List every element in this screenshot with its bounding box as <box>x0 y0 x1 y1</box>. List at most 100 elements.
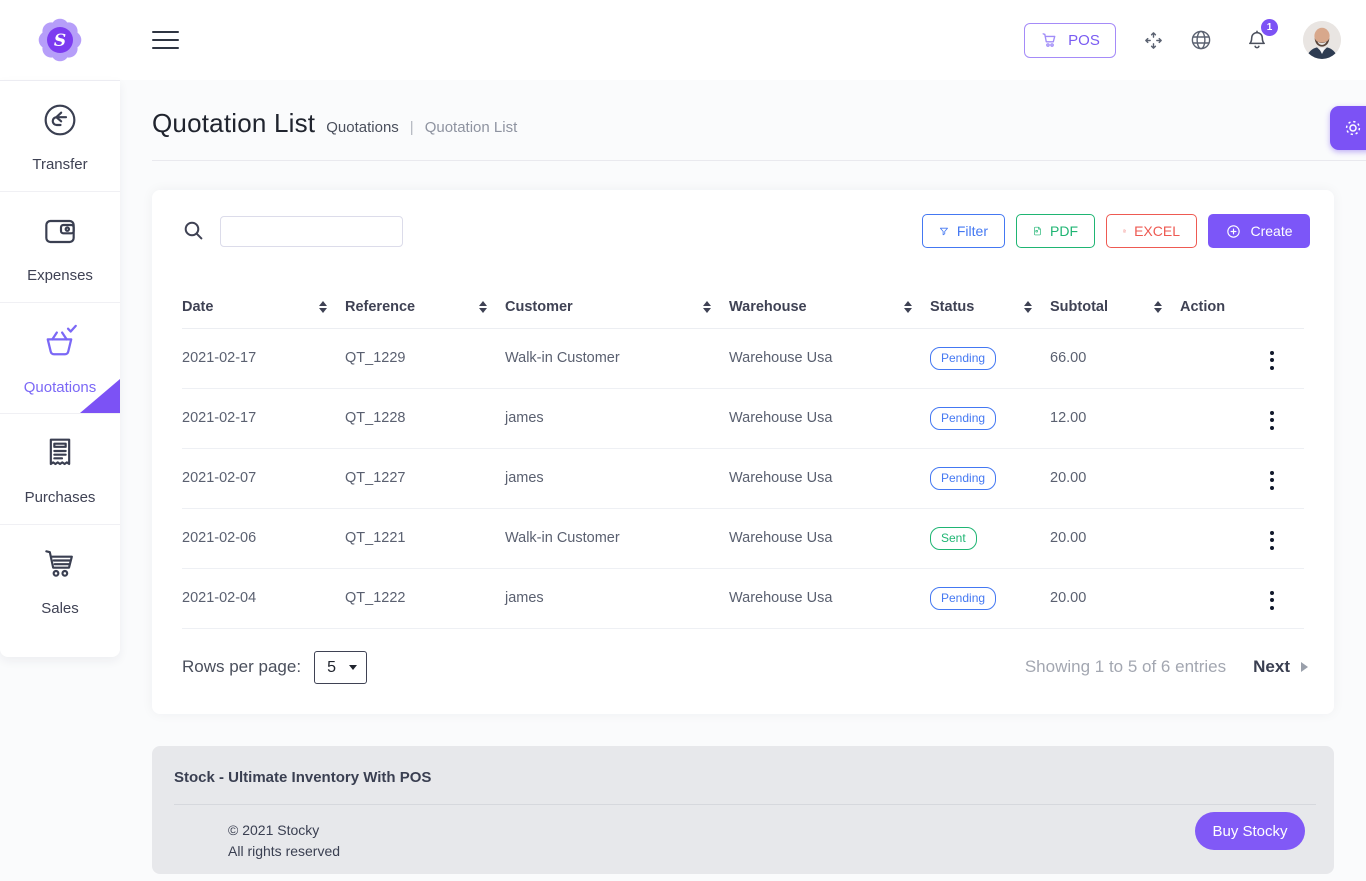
sidebar-item-sales[interactable]: Sales <box>0 525 120 636</box>
table-pagination: Rows per page: 5 Showing 1 to 5 of 6 ent… <box>182 642 1308 692</box>
footer-title: Stock - Ultimate Inventory With POS <box>174 769 431 786</box>
sidebar-item-transfer[interactable]: Transfer <box>0 81 120 192</box>
avatar-photo <box>1303 21 1341 59</box>
pos-button[interactable]: POS <box>1024 23 1116 58</box>
wallet-icon <box>40 211 80 256</box>
cell-warehouse: Warehouse Usa <box>729 568 930 628</box>
card-toolbar: Filter PDF EXCEL <box>182 214 1310 248</box>
column-header-reference[interactable]: Reference <box>345 286 505 328</box>
active-corner-indicator <box>80 379 120 413</box>
cart-icon <box>1040 31 1059 49</box>
status-badge: Sent <box>930 527 977 550</box>
sort-icon <box>1154 301 1162 313</box>
table-row: 2021-02-17 QT_1228 james Warehouse Usa P… <box>182 388 1304 448</box>
cell-reference: QT_1222 <box>345 568 505 628</box>
status-badge: Pending <box>930 407 996 430</box>
footer-copyright: © 2021 Stocky All rights reserved <box>228 820 340 862</box>
chevron-right-icon <box>1301 662 1308 672</box>
cell-date: 2021-02-07 <box>182 448 345 508</box>
cell-date: 2021-02-17 <box>182 388 345 448</box>
cell-subtotal: 20.00 <box>1050 508 1180 568</box>
sort-icon <box>904 301 912 313</box>
cell-subtotal: 20.00 <box>1050 448 1180 508</box>
gear-icon <box>1342 117 1364 139</box>
pdf-file-icon <box>1033 223 1042 239</box>
sort-icon <box>479 301 487 313</box>
breadcrumb-quotations[interactable]: Quotations <box>326 119 399 136</box>
cell-warehouse: Warehouse Usa <box>729 388 930 448</box>
create-button[interactable]: Create <box>1208 214 1310 248</box>
sort-icon <box>319 301 327 313</box>
user-avatar[interactable] <box>1303 21 1341 59</box>
filter-label: Filter <box>957 223 988 239</box>
row-actions-menu-icon[interactable] <box>1264 587 1280 614</box>
filter-button[interactable]: Filter <box>922 214 1005 248</box>
status-badge: Pending <box>930 347 996 370</box>
rows-per-page-label: Rows per page: <box>182 657 301 677</box>
cell-customer: james <box>505 388 729 448</box>
sidebar-item-label: Purchases <box>25 489 96 506</box>
action-buttons: Filter PDF EXCEL <box>922 214 1310 248</box>
header-actions: POS 1 <box>1024 0 1341 80</box>
rows-per-page-select[interactable]: 5 <box>314 651 367 684</box>
filter-funnel-icon <box>939 224 949 239</box>
table-row: 2021-02-17 QT_1229 Walk-in Customer Ware… <box>182 328 1304 388</box>
excel-file-icon <box>1123 223 1126 239</box>
showing-entries-text: Showing 1 to 5 of 6 entries <box>1025 657 1226 677</box>
cell-subtotal: 12.00 <box>1050 388 1180 448</box>
cell-subtotal: 20.00 <box>1050 568 1180 628</box>
column-header-action: Action <box>1180 286 1304 328</box>
fullscreen-expand-icon[interactable] <box>1142 29 1165 52</box>
column-header-date[interactable]: Date <box>182 286 345 328</box>
cell-customer: james <box>505 568 729 628</box>
cell-customer: Walk-in Customer <box>505 508 729 568</box>
row-actions-menu-icon[interactable] <box>1264 347 1280 374</box>
row-actions-menu-icon[interactable] <box>1264 407 1280 434</box>
status-badge: Pending <box>930 467 996 490</box>
cell-warehouse: Warehouse Usa <box>729 328 930 388</box>
column-header-status[interactable]: Status <box>930 286 1050 328</box>
sort-icon <box>1024 301 1032 313</box>
buy-stocky-button[interactable]: Buy Stocky <box>1195 812 1305 850</box>
row-actions-menu-icon[interactable] <box>1264 527 1280 554</box>
pdf-label: PDF <box>1050 223 1078 239</box>
sidebar-item-label: Sales <box>41 600 79 617</box>
sidebar-item-expenses[interactable]: Expenses <box>0 192 120 303</box>
next-page-button[interactable]: Next <box>1253 657 1308 677</box>
sidebar-item-purchases[interactable]: Purchases <box>0 414 120 525</box>
copyright-text: © 2021 Stocky <box>228 820 340 841</box>
cell-date: 2021-02-06 <box>182 508 345 568</box>
cell-subtotal: 66.00 <box>1050 328 1180 388</box>
app-logo[interactable]: S <box>33 13 87 67</box>
column-header-warehouse[interactable]: Warehouse <box>729 286 930 328</box>
table-row: 2021-02-04 QT_1222 james Warehouse Usa P… <box>182 568 1304 628</box>
sidebar-item-quotations[interactable]: Quotations <box>0 303 120 414</box>
page-title: Quotation List <box>152 108 315 139</box>
column-header-customer[interactable]: Customer <box>505 286 729 328</box>
cell-warehouse: Warehouse Usa <box>729 508 930 568</box>
cell-customer: james <box>505 448 729 508</box>
breadcrumb-separator: | <box>410 119 414 136</box>
status-badge: Pending <box>930 587 996 610</box>
shopping-cart-icon <box>40 544 80 589</box>
language-globe-icon[interactable] <box>1189 28 1213 52</box>
transfer-icon <box>40 100 80 145</box>
excel-export-button[interactable]: EXCEL <box>1106 214 1197 248</box>
cell-date: 2021-02-04 <box>182 568 345 628</box>
column-header-subtotal[interactable]: Subtotal <box>1050 286 1180 328</box>
notifications-bell-icon[interactable]: 1 <box>1245 28 1269 52</box>
menu-toggle-button[interactable] <box>152 31 179 49</box>
sidebar: Transfer Expenses Quotations <box>0 80 120 657</box>
table-header-row: Date Reference Customer Warehouse <box>182 286 1304 328</box>
pdf-export-button[interactable]: PDF <box>1016 214 1095 248</box>
cell-reference: QT_1228 <box>345 388 505 448</box>
settings-gear-button[interactable] <box>1330 106 1366 150</box>
receipt-icon <box>40 433 80 478</box>
row-actions-menu-icon[interactable] <box>1264 467 1280 494</box>
pos-label: POS <box>1068 32 1100 49</box>
top-header: S POS <box>0 0 1366 80</box>
search-input[interactable] <box>220 216 403 247</box>
plus-circle-icon <box>1225 223 1242 240</box>
cell-date: 2021-02-17 <box>182 328 345 388</box>
quotations-table: Date Reference Customer Warehouse <box>182 286 1304 629</box>
